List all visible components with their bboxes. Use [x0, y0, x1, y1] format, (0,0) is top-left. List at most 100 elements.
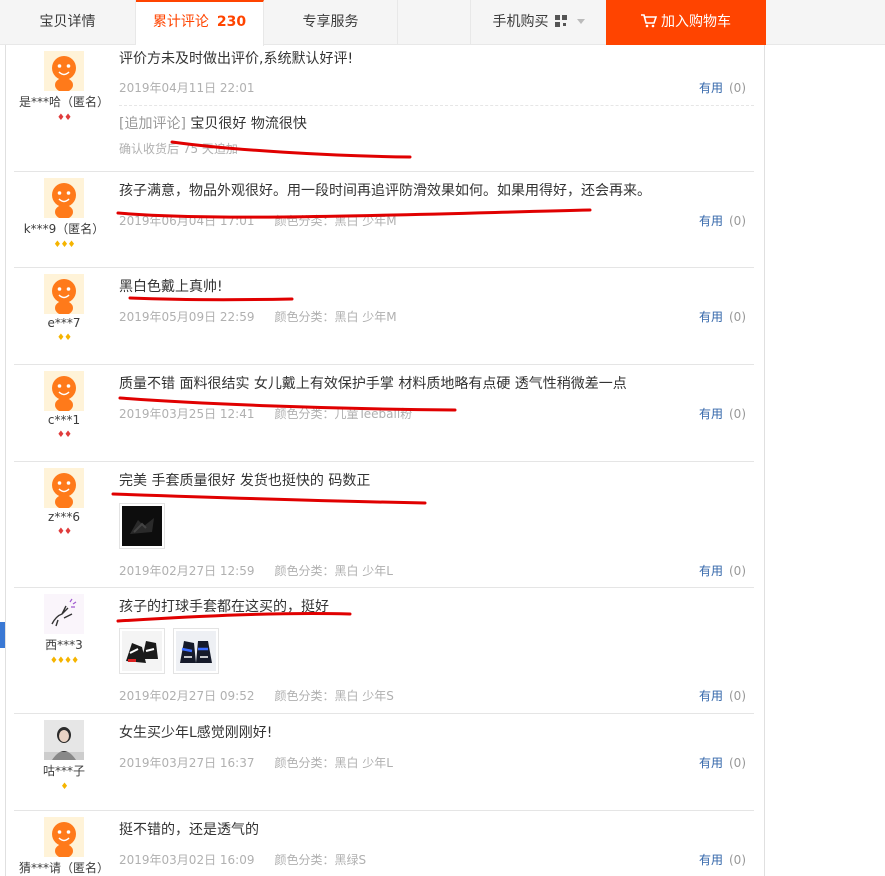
shopping-cart-icon	[641, 14, 657, 28]
default-avatar-icon	[44, 178, 84, 218]
review-item: c***1 ♦♦ 质量不错 面料很结实 女儿戴上有效保护手掌 材料质地略有点硬 …	[14, 365, 754, 462]
useful-count: (0)	[729, 689, 746, 703]
tab-details[interactable]: 宝贝详情	[0, 0, 136, 45]
reviewer: 猜***请（匿名）	[14, 817, 114, 876]
review-date: 2019年04月11日 22:01	[119, 81, 255, 95]
review-item: e***7 ♦♦ 黑白色戴上真帅! 2019年05月09日 22:59 颜色分类：…	[14, 268, 754, 365]
useful-label: 有用	[698, 310, 723, 324]
review-item: 西***3 ♦♦♦♦ 孩子的打球手套都在这买的，挺好 2019年02月27日 0…	[14, 588, 754, 714]
useful-button[interactable]: 有用 (0)	[699, 851, 746, 868]
useful-button[interactable]: 有用 (0)	[699, 562, 746, 579]
default-avatar-icon	[44, 817, 84, 857]
review-text: 质量不错 面料很结实 女儿戴上有效保护手掌 材料质地略有点硬 透气性稍微差一点	[119, 376, 627, 392]
reviewer: 是***哈（匿名） ♦♦	[14, 51, 114, 123]
append-text: 宝贝很好 物流很快	[190, 116, 307, 132]
default-avatar-icon	[44, 468, 84, 508]
rank-diamond-icon: ♦	[60, 782, 68, 792]
useful-label: 有用	[698, 756, 723, 770]
glove-photo-icon	[122, 631, 162, 671]
photo-avatar-icon	[44, 720, 84, 760]
tab-bar: 宝贝详情 累计评论 230 专享服务 手机购买 加入购物车	[0, 0, 885, 46]
glove-photo-icon	[176, 631, 216, 671]
review-text: 女生买少年L感觉刚刚好!	[119, 725, 273, 741]
reviewer-nick: 猜***请（匿名）	[18, 861, 109, 875]
rank-diamond-icon: ♦♦	[56, 527, 72, 537]
review-item: k***9（匿名） ♦♦♦ 孩子满意，物品外观很好。用一段时间再追评防滑效果如何…	[14, 172, 754, 268]
useful-count: (0)	[729, 407, 746, 421]
mobile-buy-button[interactable]: 手机购买	[470, 0, 606, 45]
review-date: 2019年05月09日 22:59	[119, 310, 255, 324]
review-sku: 颜色分类：黑绿S	[274, 853, 367, 867]
review-meta: 2019年06月04日 17:01 颜色分类：黑白 少年M	[119, 212, 397, 229]
review-item: z***6 ♦♦ 完美 手套质量很好 发货也挺快的 码数正 2019年02月27…	[14, 462, 754, 588]
reviewer: e***7 ♦♦	[14, 274, 114, 343]
review-meta: 2019年05月09日 22:59 颜色分类：黑白 少年M	[119, 308, 397, 325]
review-photos	[119, 628, 219, 674]
useful-label: 有用	[698, 81, 723, 95]
default-avatar-icon	[44, 274, 84, 314]
useful-button[interactable]: 有用 (0)	[699, 212, 746, 229]
append-text-line: [追加评论] 宝贝很好 物流很快	[119, 114, 754, 134]
review-date: 2019年03月27日 16:37	[119, 756, 255, 770]
default-avatar-icon	[44, 371, 84, 411]
useful-button[interactable]: 有用 (0)	[699, 308, 746, 325]
review-photo-thumbnail[interactable]	[119, 628, 165, 674]
review-meta: 2019年03月02日 16:09 颜色分类：黑绿S	[119, 851, 366, 868]
add-to-cart-button[interactable]: 加入购物车	[606, 0, 766, 45]
review-meta: 2019年04月11日 22:01	[119, 79, 254, 96]
review-meta: 2019年03月27日 16:37 颜色分类：黑白 少年L	[119, 754, 393, 771]
review-text: 评价方未及时做出评价,系统默认好评!	[119, 51, 354, 67]
review-text: 挺不错的，还是透气的	[119, 822, 259, 838]
review-text: 黑白色戴上真帅!	[119, 279, 223, 295]
append-time: 确认收货后 75 天追加	[119, 142, 238, 156]
reviewer-nick: z***6	[48, 510, 80, 524]
review-meta: 2019年03月25日 12:41 颜色分类：儿童Teeball粉	[119, 405, 412, 422]
useful-button[interactable]: 有用 (0)	[699, 405, 746, 422]
review-sku: 颜色分类：黑白 少年M	[274, 310, 397, 324]
review-photo-thumbnail[interactable]	[119, 503, 165, 549]
review-list: 是***哈（匿名） ♦♦ 评价方未及时做出评价,系统默认好评! 2019年04月…	[5, 45, 765, 876]
reviewer: k***9（匿名） ♦♦♦	[14, 178, 114, 250]
mobile-buy-label: 手机购买	[492, 14, 549, 30]
review-date: 2019年02月27日 12:59	[119, 564, 255, 578]
reviewer: 咕***子 ♦	[14, 720, 114, 792]
useful-count: (0)	[729, 81, 746, 95]
review-text: 孩子的打球手套都在这买的，挺好	[119, 599, 329, 615]
reviewer-nick: k***9（匿名）	[23, 222, 105, 236]
review-sku: 颜色分类：儿童Teeball粉	[274, 407, 413, 421]
default-avatar-icon	[44, 51, 84, 91]
review-item: 猜***请（匿名） 挺不错的，还是透气的 2019年03月02日 16:09 颜色…	[14, 811, 754, 876]
useful-button[interactable]: 有用 (0)	[699, 687, 746, 704]
useful-count: (0)	[729, 853, 746, 867]
useful-label: 有用	[698, 853, 723, 867]
review-text: 完美 手套质量很好 发货也挺快的 码数正	[119, 473, 371, 489]
rank-diamond-icon: ♦♦♦	[53, 240, 75, 250]
tab-reviews[interactable]: 累计评论 230	[136, 0, 264, 46]
rank-diamond-icon: ♦♦♦♦	[49, 656, 79, 666]
reviewer-nick: c***1	[47, 413, 81, 427]
review-text: 孩子满意，物品外观很好。用一段时间再追评防滑效果如何。如果用得好，还会再来。	[119, 183, 651, 199]
useful-button[interactable]: 有用 (0)	[699, 754, 746, 771]
useful-button[interactable]: 有用 (0)	[699, 79, 746, 96]
add-to-cart-label: 加入购物车	[661, 14, 731, 30]
reviewer-nick: 西***3	[45, 638, 83, 652]
useful-label: 有用	[698, 407, 723, 421]
useful-count: (0)	[729, 310, 746, 324]
review-sku: 颜色分类：黑白 少年M	[274, 214, 397, 228]
useful-label: 有用	[698, 689, 723, 703]
review-photos	[119, 503, 165, 549]
rank-diamond-icon: ♦♦	[56, 333, 72, 343]
reviewer: z***6 ♦♦	[14, 468, 114, 537]
useful-count: (0)	[729, 756, 746, 770]
useful-label: 有用	[698, 564, 723, 578]
tab-service[interactable]: 专享服务	[264, 0, 398, 45]
reviewer-nick: 是***哈（匿名）	[18, 95, 109, 109]
useful-label: 有用	[698, 214, 723, 228]
append-tag: [追加评论]	[119, 116, 186, 132]
review-item: 咕***子 ♦ 女生买少年L感觉刚刚好! 2019年03月27日 16:37 颜色…	[14, 714, 754, 811]
append-review: [追加评论] 宝贝很好 物流很快 确认收货后 75 天追加	[119, 105, 754, 157]
review-meta: 2019年02月27日 12:59 颜色分类：黑白 少年L	[119, 562, 393, 579]
review-date: 2019年02月27日 09:52	[119, 689, 255, 703]
review-photo-thumbnail[interactable]	[173, 628, 219, 674]
rank-diamond-icon: ♦♦	[56, 430, 72, 440]
